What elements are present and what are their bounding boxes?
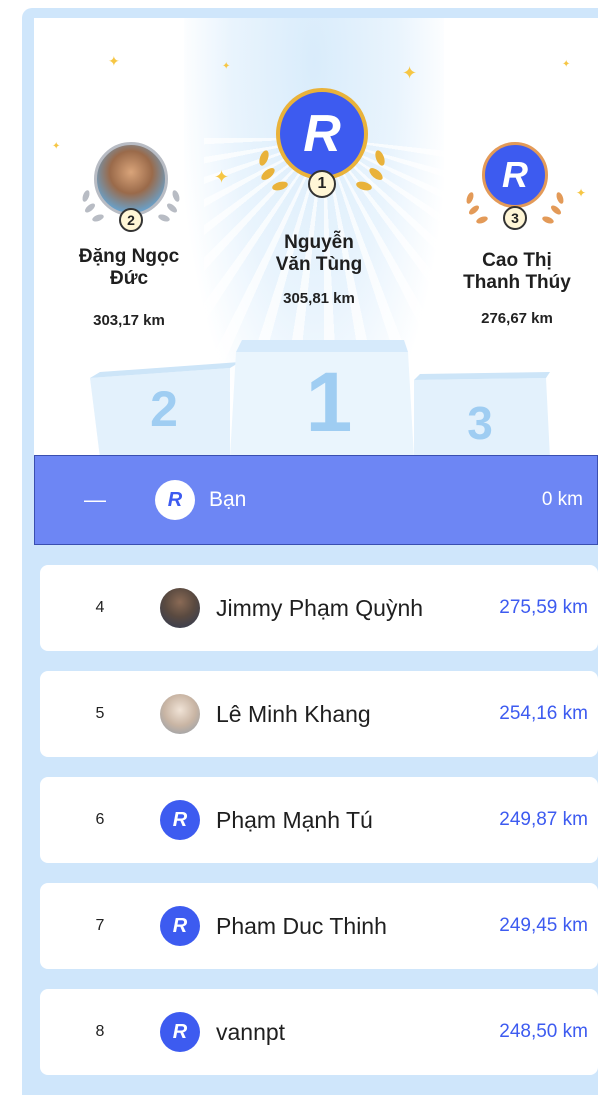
- leaderboard-row[interactable]: 4 Jimmy Phạm Quỳnh 275,59 km: [40, 565, 598, 651]
- first-place-avatar: R: [276, 88, 368, 180]
- row-rank: 4: [95, 599, 105, 616]
- sparkle-icon: ✦: [214, 167, 230, 187]
- row-distance: 249,87 km: [499, 809, 588, 830]
- first-place-name[interactable]: Nguyễn Văn Tùng: [234, 232, 404, 276]
- sparkle-icon: ✦: [108, 53, 120, 69]
- row-name: Jimmy Phạm Quỳnh: [216, 594, 424, 621]
- row-name: Phạm Mạnh Tú: [216, 806, 373, 833]
- podium-number-2: 2: [150, 381, 178, 437]
- podium-number-3: 3: [467, 397, 493, 449]
- rank-1-badge: 1: [308, 170, 336, 198]
- leaderboard-row[interactable]: 8 R vannpt 248,50 km: [40, 989, 598, 1075]
- rank-3-badge: 3: [503, 206, 527, 230]
- row-distance: 248,50 km: [499, 1021, 588, 1042]
- row-rank: 7: [95, 917, 105, 934]
- leaderboard-row[interactable]: 7 R Pham Duc Thinh 249,45 km: [40, 883, 598, 969]
- current-user-name: Bạn: [209, 488, 247, 511]
- third-place-avatar: R: [482, 142, 548, 208]
- second-place-medal[interactable]: 2: [76, 138, 186, 238]
- third-place-name[interactable]: Cao Thị Thanh Thúy: [442, 250, 592, 294]
- podium-number-1: 1: [305, 355, 353, 449]
- sparkle-icon: ✦: [402, 63, 418, 83]
- row-distance: 249,45 km: [499, 915, 588, 936]
- third-place-distance: 276,67 km: [481, 310, 553, 327]
- leaderboard-row[interactable]: 6 R Phạm Mạnh Tú 249,87 km: [40, 777, 598, 863]
- row-name: vannpt: [216, 1018, 286, 1045]
- first-place-distance: 305,81 km: [283, 290, 355, 307]
- sparkle-icon: ✦: [562, 59, 571, 70]
- row-rank: 6: [95, 811, 105, 828]
- current-user-avatar: R: [155, 480, 195, 520]
- second-place-name[interactable]: Đặng Ngọc Đức: [44, 246, 214, 290]
- row-name: Pham Duc Thinh: [216, 912, 387, 939]
- row-name: Lê Minh Khang: [216, 700, 371, 727]
- third-place-medal[interactable]: R 3: [460, 140, 570, 240]
- sparkle-icon: ✦: [576, 186, 587, 200]
- current-user-row[interactable]: — R Bạn 0 km: [34, 455, 598, 545]
- r-logo-icon: R: [160, 1012, 200, 1052]
- row-distance: 275,59 km: [499, 597, 588, 618]
- rank-2-badge: 2: [119, 208, 143, 232]
- first-place-medal[interactable]: R 1: [252, 88, 392, 208]
- r-logo-icon: R: [160, 800, 200, 840]
- current-user-distance: 0 km: [541, 489, 583, 510]
- row-rank: 8: [95, 1023, 105, 1040]
- leaderboard-row[interactable]: 5 Lê Minh Khang 254,16 km: [40, 671, 598, 757]
- r-logo-icon: R: [160, 906, 200, 946]
- second-place-distance: 303,17 km: [93, 312, 165, 329]
- current-user-rank: —: [84, 487, 106, 512]
- user-avatar: [160, 694, 200, 734]
- row-rank: 5: [95, 705, 105, 722]
- podium-area: ✦ ✦ ✦ ✦ ✦ ✦ ✦ 2 R 1 R 3 Đặng Ngọc Đức 30…: [34, 18, 598, 455]
- sparkle-icon: ✦: [52, 141, 61, 152]
- sparkle-icon: ✦: [222, 61, 231, 72]
- user-avatar: [160, 588, 200, 628]
- second-place-avatar: [94, 142, 168, 216]
- row-distance: 254,16 km: [499, 703, 588, 724]
